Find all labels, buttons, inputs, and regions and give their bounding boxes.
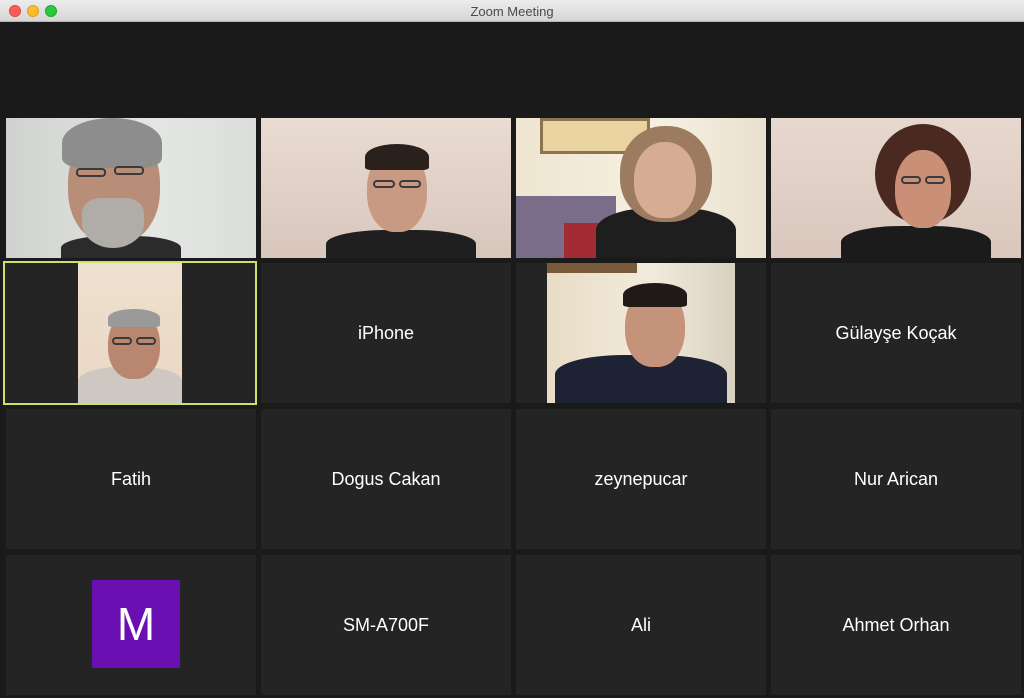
window-title: Zoom Meeting [470, 4, 554, 19]
participant-video-tile[interactable] [6, 118, 256, 258]
participant-name: Dogus Cakan [331, 468, 441, 489]
participant-video [78, 263, 182, 403]
participant-name-tile[interactable]: Gülayşe Koçak [771, 263, 1021, 403]
participant-name: Ali [630, 614, 651, 635]
participant-name-tile[interactable]: SM-A700F [261, 555, 511, 695]
active-speaker-video-tile[interactable] [3, 261, 257, 405]
window-titlebar: Zoom Meeting [0, 0, 1024, 22]
participant-video-tile[interactable] [516, 118, 766, 258]
participant-video [261, 118, 511, 258]
participant-name: Gülayşe Koçak [835, 322, 957, 343]
participant-video-tile[interactable] [261, 118, 511, 258]
avatar: M [92, 580, 180, 668]
participant-video [6, 118, 256, 258]
participant-name-tile[interactable]: Fatih [6, 409, 256, 549]
participant-name-tile[interactable]: zeynepucar [516, 409, 766, 549]
participant-name-tile[interactable]: Ahmet Orhan [771, 555, 1021, 695]
participant-name: Nur Arican [853, 468, 939, 489]
participant-name: Ahmet Orhan [842, 614, 950, 635]
participant-name: SM-A700F [342, 614, 430, 635]
participant-video [516, 118, 766, 258]
participant-avatar-tile[interactable]: M [6, 555, 256, 695]
participant-name: zeynepucar [594, 468, 688, 489]
participant-name: Fatih [110, 468, 152, 489]
participant-video [771, 118, 1021, 258]
participant-video-tile[interactable] [771, 118, 1021, 258]
participant-name-tile[interactable]: Dogus Cakan [261, 409, 511, 549]
participant-video [547, 263, 735, 403]
participant-name-tile[interactable]: Nur Arican [771, 409, 1021, 549]
participant-name: iPhone [357, 322, 415, 343]
participant-name-tile[interactable]: Ali [516, 555, 766, 695]
participant-name-tile[interactable]: iPhone [261, 263, 511, 403]
participant-video-tile[interactable] [516, 263, 766, 403]
gallery-view: iPhone Gülayşe Koçak Fatih Dogus Cakan z… [0, 23, 1024, 698]
